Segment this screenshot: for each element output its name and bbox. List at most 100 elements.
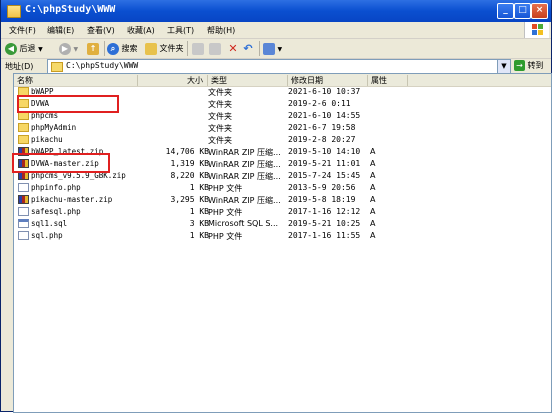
go-label: 转到 [527, 61, 544, 70]
search-icon: ⌕ [107, 42, 119, 55]
folder-icon [18, 135, 29, 144]
file-name: phpMyAdmin [31, 123, 77, 132]
file-date: 2019-2-6 0:11 [288, 99, 351, 108]
file-attributes: A [370, 219, 376, 228]
highlight-box-dvwa-zip [12, 153, 110, 173]
undo-button[interactable]: ↶ [242, 41, 254, 56]
column-header-attributes[interactable]: 属性 [368, 75, 408, 86]
file-type: 文件夹 [208, 136, 232, 145]
file-size: 1 KB [189, 207, 209, 216]
menu-edit[interactable]: 编辑(E) [47, 25, 74, 36]
file-size: 14,706 KB [165, 147, 209, 156]
sql-file-icon [18, 219, 29, 228]
address-bar: 地址(D) C:\phpStudy\WWW ▼ → 转到 [1, 58, 551, 74]
file-attributes: A [370, 195, 376, 204]
file-type: PHP 文件 [208, 208, 243, 217]
address-input[interactable]: C:\phpStudy\WWW ▼ [47, 59, 511, 74]
file-date: 2013-5-9 20:56 [288, 183, 356, 192]
file-attributes: A [370, 171, 376, 180]
delete-button[interactable]: ✕ [227, 41, 239, 56]
column-header-size[interactable]: 大小 [138, 75, 208, 86]
folder-icon [7, 5, 21, 18]
file-attributes: A [370, 231, 376, 240]
file-date: 2021-6-10 10:37 [288, 87, 361, 96]
title-bar[interactable]: C:\phpStudy\WWW _ □ × [1, 0, 551, 22]
column-header-type[interactable]: 类型 [208, 75, 288, 86]
menu-help[interactable]: 帮助(H) [207, 25, 235, 36]
folders-button[interactable]: 文件夹 [145, 41, 184, 56]
file-row[interactable]: sql1.sql 3 KB Microsoft SQL S... 2019-5-… [14, 218, 551, 230]
php-file-icon [18, 231, 29, 240]
file-list: 名称 大小 类型 修改日期 属性 bWAPP 文件夹 2021-6-10 10:… [12, 73, 552, 413]
go-arrow-icon: → [514, 60, 525, 71]
file-type: PHP 文件 [208, 184, 243, 193]
file-size: 1 KB [189, 183, 209, 192]
maximize-button[interactable]: □ [514, 3, 531, 19]
up-folder-button[interactable]: ↑ [87, 41, 99, 56]
file-name: pikachu [31, 135, 63, 144]
address-value: C:\phpStudy\WWW [66, 61, 139, 70]
highlight-box-dvwa [17, 95, 119, 113]
menu-favorites[interactable]: 收藏(A) [127, 25, 155, 36]
file-name: pikachu-master.zip [31, 195, 113, 204]
file-type: 文件夹 [208, 100, 232, 109]
php-file-icon [18, 207, 29, 216]
chevron-down-icon: ▼ [277, 46, 283, 53]
file-row[interactable]: safesql.php 1 KB PHP 文件 2017-1-16 12:12 … [14, 206, 551, 218]
file-date: 2021-6-10 14:55 [288, 111, 361, 120]
file-row[interactable]: phpMyAdmin 文件夹 2021-6-7 19:58 [14, 122, 551, 134]
menu-view[interactable]: 查看(V) [87, 25, 115, 36]
file-date: 2021-6-7 19:58 [288, 123, 356, 132]
toolbar: ◀ 后退 ▼ ▶ ▼ ↑ ⌕ 搜索 文件夹 ✕ ↶ ▼ [1, 39, 551, 59]
file-type: WinRAR ZIP 压缩... [208, 196, 281, 205]
menu-tools[interactable]: 工具(T) [167, 25, 194, 36]
copy-to-icon [209, 42, 221, 55]
file-date: 2019-2-8 20:27 [288, 135, 356, 144]
back-arrow-icon: ◀ [5, 42, 17, 55]
undo-icon: ↶ [243, 41, 253, 55]
file-row[interactable]: sql.php 1 KB PHP 文件 2017-1-16 11:55 A [14, 230, 551, 242]
close-button[interactable]: × [531, 3, 548, 19]
folder-icon [18, 123, 29, 132]
file-name: sql1.sql [31, 219, 68, 228]
file-date: 2017-1-16 11:55 [288, 231, 361, 240]
column-header-name[interactable]: 名称 [14, 75, 138, 86]
back-button[interactable]: ◀ 后退 ▼ [5, 41, 43, 56]
file-size: 3 KB [189, 219, 209, 228]
address-label: 地址(D) [5, 62, 34, 71]
menu-bar: 文件(F) 编辑(E) 查看(V) 收藏(A) 工具(T) 帮助(H) [1, 22, 551, 39]
folder-icon [51, 62, 63, 72]
back-label: 后退 [19, 44, 36, 53]
file-name: safesql.php [31, 207, 81, 216]
copy-to-button[interactable] [209, 41, 221, 56]
column-header-date[interactable]: 修改日期 [288, 75, 368, 86]
file-row[interactable]: pikachu 文件夹 2019-2-8 20:27 [14, 134, 551, 146]
delete-icon: ✕ [228, 41, 238, 55]
file-type: 文件夹 [208, 112, 232, 121]
file-type: PHP 文件 [208, 232, 243, 241]
file-size: 3,295 KB [170, 195, 209, 204]
views-icon [263, 42, 275, 55]
menu-file[interactable]: 文件(F) [9, 25, 36, 36]
file-date: 2017-1-16 12:12 [288, 207, 361, 216]
go-button[interactable]: → 转到 [512, 59, 548, 72]
search-label: 搜索 [121, 44, 138, 53]
move-to-icon [192, 42, 204, 55]
file-row[interactable]: phpinfo.php 1 KB PHP 文件 2013-5-9 20:56 A [14, 182, 551, 194]
address-dropdown-button[interactable]: ▼ [497, 60, 510, 73]
search-button[interactable]: ⌕ 搜索 [107, 41, 138, 56]
window-title: C:\phpStudy\WWW [25, 4, 116, 15]
file-attributes: A [370, 183, 376, 192]
file-size: 8,220 KB [170, 171, 209, 180]
file-type: WinRAR ZIP 压缩... [208, 172, 281, 181]
zip-icon [18, 195, 29, 204]
file-row[interactable]: pikachu-master.zip 3,295 KB WinRAR ZIP 压… [14, 194, 551, 206]
forward-button[interactable]: ▶ ▼ [59, 41, 78, 56]
minimize-button[interactable]: _ [497, 3, 514, 19]
file-type: WinRAR ZIP 压缩... [208, 160, 281, 169]
file-date: 2019-5-10 14:10 [288, 147, 361, 156]
file-name: sql.php [31, 231, 63, 240]
move-to-button[interactable] [192, 41, 204, 56]
file-attributes: A [370, 207, 376, 216]
views-button[interactable]: ▼ [263, 41, 282, 56]
